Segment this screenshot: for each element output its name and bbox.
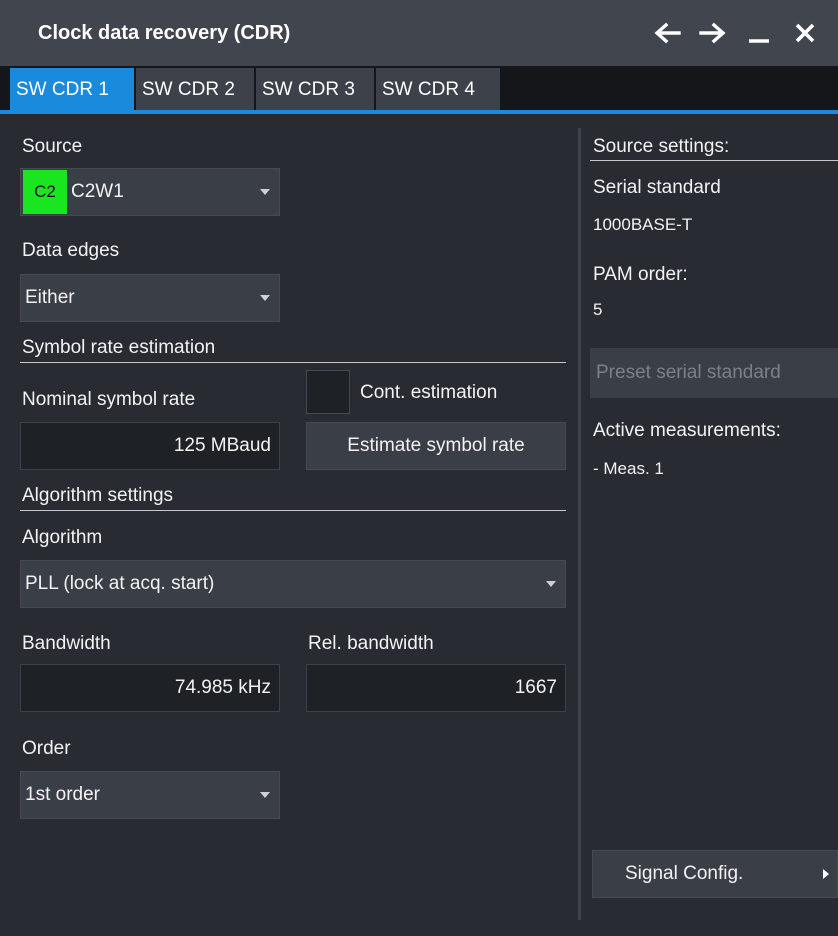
algorithm-value: PLL (lock at acq. start) [25,573,215,594]
active-measurement-item: - Meas. 1 [593,459,664,478]
column-divider [578,128,581,920]
order-label: Order [22,738,71,759]
signal-config-label: Signal Config. [625,863,744,884]
window-title: Clock data recovery (CDR) [38,22,291,44]
signal-config-button[interactable]: Signal Config. [592,850,838,898]
section-divider [20,510,566,511]
bandwidth-input[interactable]: 74.985 kHz [20,664,280,712]
algorithm-section-heading: Algorithm settings [22,485,174,506]
section-divider [20,362,566,363]
pam-order-value: 5 [593,300,603,319]
chevron-down-icon [260,792,270,798]
cont-estimation-checkbox[interactable] [306,370,350,414]
source-settings-heading: Source settings: [593,136,730,157]
bandwidth-label: Bandwidth [22,633,111,654]
estimate-symbol-rate-button[interactable]: Estimate symbol rate [306,422,566,470]
cont-estimation-label: Cont. estimation [360,382,498,403]
tab-sw-cdr-3[interactable]: SW CDR 3 [256,68,374,112]
data-edges-label: Data edges [22,240,120,261]
arrow-right-icon[interactable] [696,14,730,52]
algorithm-dropdown[interactable]: PLL (lock at acq. start) [20,560,566,608]
active-measurements-label: Active measurements: [593,420,781,441]
chevron-down-icon [260,189,270,195]
chevron-right-icon [823,869,829,879]
data-edges-value: Either [25,287,75,308]
pam-order-label: PAM order: [593,264,688,285]
serial-standard-value: 1000BASE-T [593,215,693,234]
nominal-symbol-rate-input[interactable]: 125 MBaud [20,422,280,470]
tab-sw-cdr-2[interactable]: SW CDR 2 [136,68,254,112]
close-icon[interactable] [788,14,822,52]
chevron-down-icon [260,295,270,301]
order-value: 1st order [25,784,100,805]
source-value: C2W1 [71,181,124,202]
rel-bandwidth-label: Rel. bandwidth [308,633,434,654]
data-edges-dropdown[interactable]: Either [20,274,280,322]
algorithm-label: Algorithm [22,527,103,548]
source-label: Source [22,136,83,157]
chevron-down-icon [546,581,556,587]
tab-sw-cdr-1[interactable]: SW CDR 1 [10,68,134,112]
tab-sw-cdr-4[interactable]: SW CDR 4 [376,68,500,112]
serial-standard-label: Serial standard [593,177,721,198]
arrow-left-icon[interactable] [650,14,684,52]
source-dropdown[interactable]: C2 C2W1 [20,168,280,216]
order-dropdown[interactable]: 1st order [20,771,280,819]
nominal-symbol-rate-label: Nominal symbol rate [22,389,196,410]
minimize-icon[interactable] [742,14,776,52]
preset-serial-standard-button[interactable]: Preset serial standard [590,348,838,398]
source-channel-badge: C2 [23,170,67,214]
section-divider [590,160,838,161]
rel-bandwidth-input[interactable]: 1667 [306,664,566,712]
symbol-rate-section-heading: Symbol rate estimation [22,337,216,358]
